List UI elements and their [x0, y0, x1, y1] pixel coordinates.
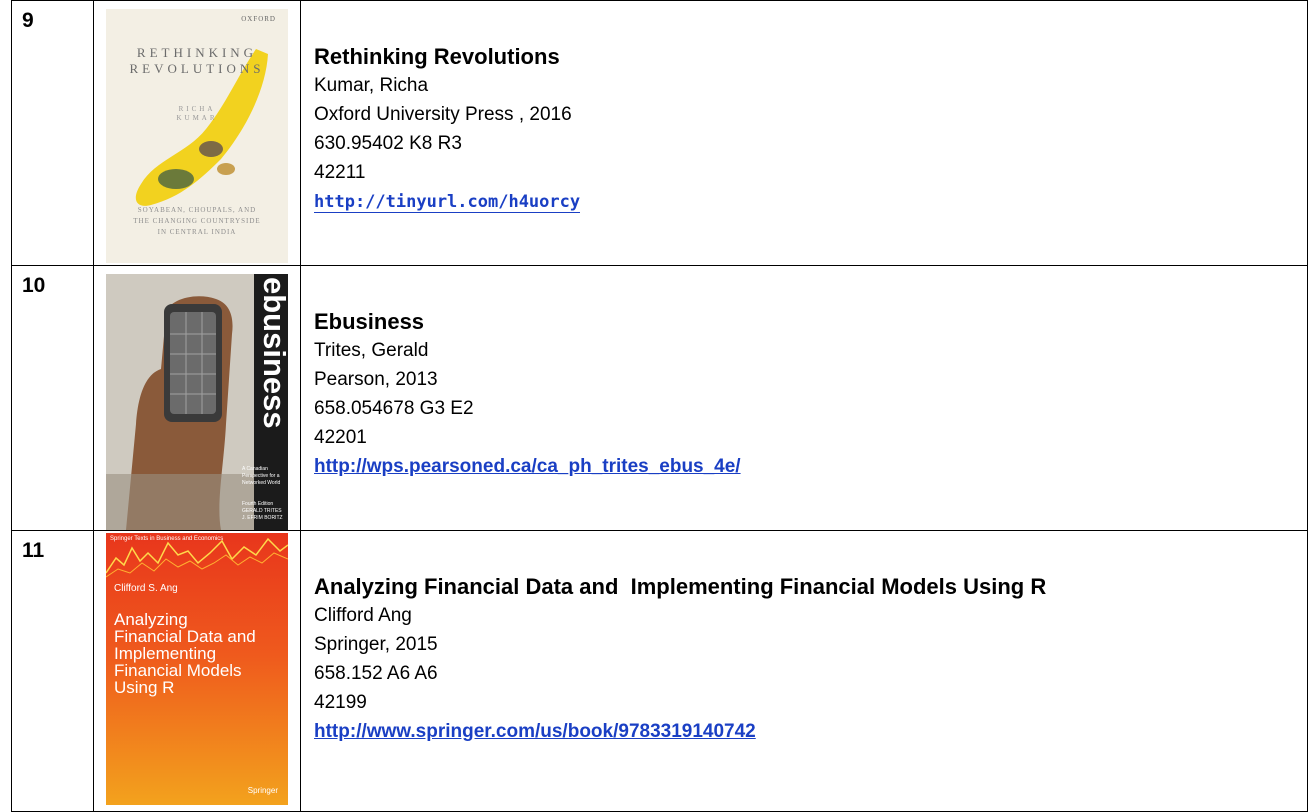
cover-authors-line: GERALD TRITES	[242, 508, 282, 514]
book-cover-image: OXFORD RETHINKING REVOLUTIONS RICHA KUMA…	[106, 9, 288, 263]
cover-authors-line: J. EFRIM BORITZ	[242, 515, 283, 521]
cover-author-line: RICHA	[178, 105, 216, 113]
cover-title-line: Using R	[114, 678, 175, 697]
book-call-number: 658.054678 G3 E2	[314, 398, 474, 419]
book-link[interactable]: http://www.springer.com/us/book/97833191…	[314, 717, 756, 746]
cover-title-line: Implementing	[114, 644, 217, 663]
cover-publisher-mark: OXFORD	[241, 15, 276, 23]
book-accession-number: 42201	[314, 427, 367, 448]
cover-series: Springer Texts in Business and Economics	[110, 536, 224, 542]
row-number: 10	[22, 274, 46, 297]
cover-title: Analyzing Financial Data and Implementin…	[114, 611, 284, 696]
row-number-cell: 10	[11, 265, 94, 531]
cover-subtitle-line: IN CENTRAL INDIA	[157, 228, 237, 236]
book-title: Analyzing Financial Data and Implementin…	[314, 574, 1047, 599]
cover-cell: OXFORD RETHINKING REVOLUTIONS RICHA KUMA…	[93, 0, 301, 266]
book-publisher: Springer, 2015	[314, 634, 438, 655]
book-link[interactable]: http://wps.pearsoned.ca/ca_ph_trites_ebu…	[314, 452, 741, 481]
cover-title-line: Financial Models	[114, 661, 242, 680]
row-number-cell: 9	[11, 0, 94, 266]
cover-title-line: REVOLUTIONS	[129, 61, 265, 76]
cover-publisher-mark: Springer	[247, 786, 278, 795]
book-info-cell: Ebusiness Trites, Gerald Pearson, 2013 6…	[300, 265, 1308, 531]
book-title: Rethinking Revolutions	[314, 44, 560, 69]
cover-title: RETHINKING REVOLUTIONS	[106, 45, 288, 77]
book-author: Clifford Ang	[314, 605, 412, 626]
book-author: Trites, Gerald	[314, 340, 429, 361]
book-cover-image: ebusiness A Canadian Perspective for a N…	[106, 274, 288, 530]
cover-cell: Springer Texts in Business and Economics…	[93, 530, 301, 812]
cover-title-line: Financial Data and	[114, 627, 256, 646]
book-accession-number: 42199	[314, 692, 367, 713]
cover-title-line: RETHINKING	[136, 45, 258, 60]
cover-cell: ebusiness A Canadian Perspective for a N…	[93, 265, 301, 531]
book-accession-number: 42211	[314, 162, 366, 183]
row-number: 11	[22, 539, 45, 562]
table-row: 10 ebusiness A Canadian Perspective for …	[11, 265, 1308, 531]
book-call-number: 630.95402 K8 R3	[314, 133, 462, 154]
cover-subtitle-line: THE CHANGING COUNTRYSIDE	[133, 217, 261, 225]
cover-tagline: A Canadian Perspective for a Networked W…	[242, 466, 284, 522]
cover-title-line: Analyzing	[114, 610, 188, 629]
table-row: 9 OXFORD RETHINKING REVOLUTIONS RICHA KU…	[11, 0, 1308, 266]
cover-tagline-line: Networked World	[242, 480, 281, 486]
book-publisher: Pearson, 2013	[314, 369, 438, 390]
cover-tagline-line: A Canadian	[242, 466, 268, 472]
book-list-table: 9 OXFORD RETHINKING REVOLUTIONS RICHA KU…	[11, 0, 1308, 812]
book-author: Kumar, Richa	[314, 75, 429, 96]
cover-author: RICHA KUMAR	[106, 105, 288, 123]
row-number: 9	[22, 9, 34, 32]
cover-author: Clifford S. Ang	[114, 583, 178, 594]
cover-subtitle: SOYABEAN, CHOUPALS, AND THE CHANGING COU…	[106, 205, 288, 238]
cover-tagline-line: Perspective for a	[242, 473, 280, 479]
book-call-number: 658.152 A6 A6	[314, 663, 438, 684]
book-cover-image: Springer Texts in Business and Economics…	[106, 533, 288, 805]
cover-edition: Fourth Edition	[242, 501, 274, 507]
book-title: Ebusiness	[314, 309, 425, 334]
book-info-cell: Rethinking Revolutions Kumar, Richa Oxfo…	[300, 0, 1308, 266]
cover-subtitle-line: SOYABEAN, CHOUPALS, AND	[137, 206, 257, 214]
table-row: 11 Springer Texts in Business and Econom…	[11, 530, 1308, 812]
cover-author-line: KUMAR	[176, 114, 218, 122]
cover-spine-title: ebusiness	[257, 277, 288, 429]
book-link[interactable]: http://tinyurl.com/h4uorcy	[314, 192, 581, 213]
book-publisher: Oxford University Press , 2016	[314, 104, 572, 125]
row-number-cell: 11	[11, 530, 94, 812]
book-info-cell: Analyzing Financial Data and Implementin…	[300, 530, 1308, 812]
